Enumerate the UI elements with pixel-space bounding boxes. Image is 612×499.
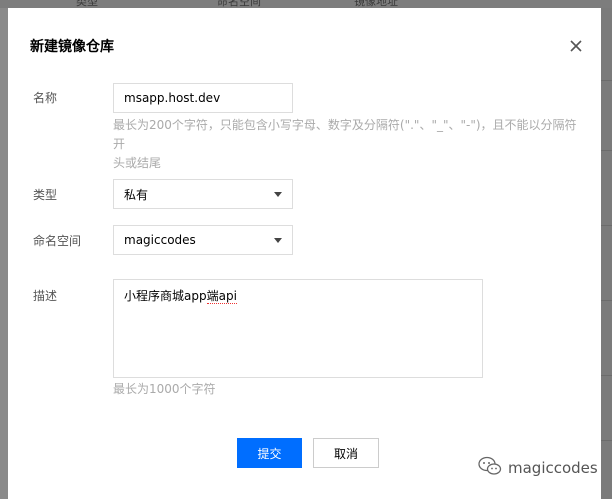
namespace-select[interactable]: magiccodes (113, 225, 293, 255)
watermark-text: magiccodes (508, 459, 598, 477)
type-select[interactable]: 私有 (113, 179, 293, 209)
background-page-edge (600, 8, 612, 499)
name-input-value: msapp.host.dev (124, 91, 221, 105)
spellcheck-marked-text: 端api (206, 289, 237, 304)
background-row-divider (600, 375, 612, 376)
create-repository-dialog: 新建镜像仓库 名称 msapp.host.dev 最长为200个字符，只能包含小… (8, 8, 601, 499)
cancel-button[interactable]: 取消 (313, 438, 379, 468)
type-select-value: 私有 (124, 187, 149, 202)
background-column-namespace: 命名空间 (217, 0, 261, 8)
description-text: 小程序商城app (124, 289, 207, 303)
name-label: 名称 (33, 91, 58, 105)
background-row-divider (600, 150, 612, 151)
caret-down-icon (274, 192, 282, 197)
background-row-divider (600, 300, 612, 301)
wechat-icon (478, 456, 502, 480)
close-icon[interactable] (568, 38, 584, 54)
background-row-divider (600, 80, 612, 81)
background-row-divider (600, 225, 612, 226)
background-table-header: 类型 命名空间 镜像地址 (0, 0, 612, 8)
background-column-type: 类型 (76, 0, 98, 8)
submit-button[interactable]: 提交 (237, 438, 302, 468)
name-hint-line: 最长为200个字符，只能包含小写字母、数字及分隔符("."、"_"、"-")，且… (113, 118, 577, 151)
watermark: magiccodes (478, 456, 598, 480)
background-row-divider (600, 440, 612, 441)
name-hint: 最长为200个字符，只能包含小写字母、数字及分隔符("."、"_"、"-")，且… (113, 116, 583, 173)
description-textarea[interactable]: 小程序商城app端api (113, 279, 483, 378)
name-input[interactable]: msapp.host.dev (113, 83, 293, 113)
background-column-image-address: 镜像地址 (354, 0, 398, 8)
name-hint-line: 头或结尾 (113, 156, 162, 170)
dialog-title: 新建镜像仓库 (30, 39, 114, 55)
caret-down-icon (274, 238, 282, 243)
type-label: 类型 (33, 188, 58, 202)
namespace-label: 命名空间 (33, 234, 82, 248)
namespace-select-value: magiccodes (124, 233, 196, 247)
description-hint: 最长为1000个字符 (113, 382, 216, 396)
description-label: 描述 (33, 289, 58, 303)
